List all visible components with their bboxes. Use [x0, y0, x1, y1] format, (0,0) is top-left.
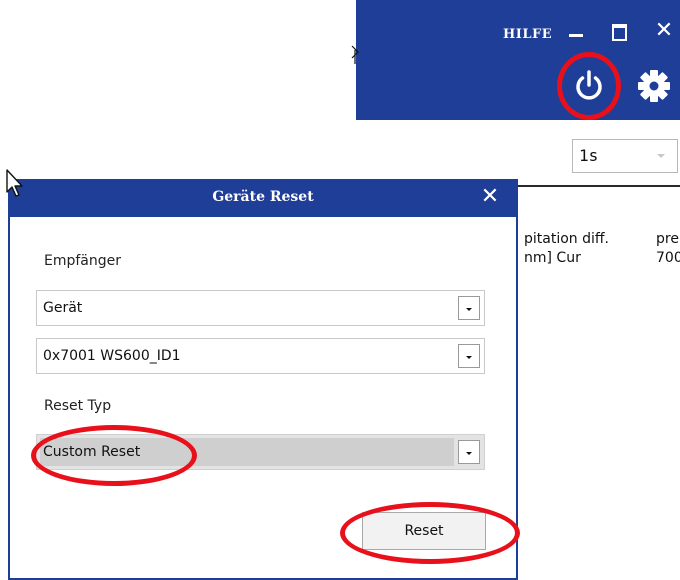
interval-select[interactable]: 1s [572, 139, 678, 173]
resize-mark-icon [351, 42, 359, 66]
reset-type-value: Custom Reset [43, 444, 141, 460]
power-icon[interactable] [572, 68, 606, 104]
reset-button[interactable]: Reset [362, 512, 486, 550]
column-header-line: nm] Cur [524, 250, 581, 266]
interval-value: 1s [579, 146, 599, 165]
column-header-line: 700 [656, 250, 680, 266]
chevron-down-icon[interactable] [458, 296, 480, 320]
chevron-down-icon[interactable] [458, 344, 480, 368]
chevron-down-icon[interactable] [458, 440, 480, 464]
minimize-icon[interactable] [569, 34, 583, 37]
column-header-line: pitation diff. [524, 231, 609, 247]
receiver-type-select[interactable]: Gerät [36, 290, 485, 326]
dialog-title: Geräte Reset [212, 189, 314, 205]
column-header-pressure[interactable]: pre 700 [656, 230, 680, 268]
close-icon[interactable]: ✕ [654, 19, 674, 43]
reset-type-select[interactable]: Custom Reset [36, 434, 485, 470]
gear-icon[interactable] [636, 68, 672, 104]
chevron-down-icon [657, 154, 665, 158]
dialog-title-bar: Geräte Reset ✕ [10, 179, 516, 217]
receiver-label: Empfänger [44, 253, 122, 269]
help-menu[interactable]: HILFE [503, 27, 552, 42]
app-title-bar [356, 0, 680, 120]
reset-type-label: Reset Typ [44, 398, 112, 414]
maximize-icon[interactable] [612, 24, 627, 41]
close-icon[interactable]: ✕ [478, 185, 502, 209]
column-header-precipitation[interactable]: pitation diff. nm] Cur [524, 230, 609, 268]
device-value: 0x7001 WS600_ID1 [43, 348, 181, 364]
column-header-line: pre [656, 231, 679, 247]
device-select[interactable]: 0x7001 WS600_ID1 [36, 338, 485, 374]
pointer-cursor-icon [4, 168, 28, 200]
receiver-type-value: Gerät [43, 300, 83, 316]
